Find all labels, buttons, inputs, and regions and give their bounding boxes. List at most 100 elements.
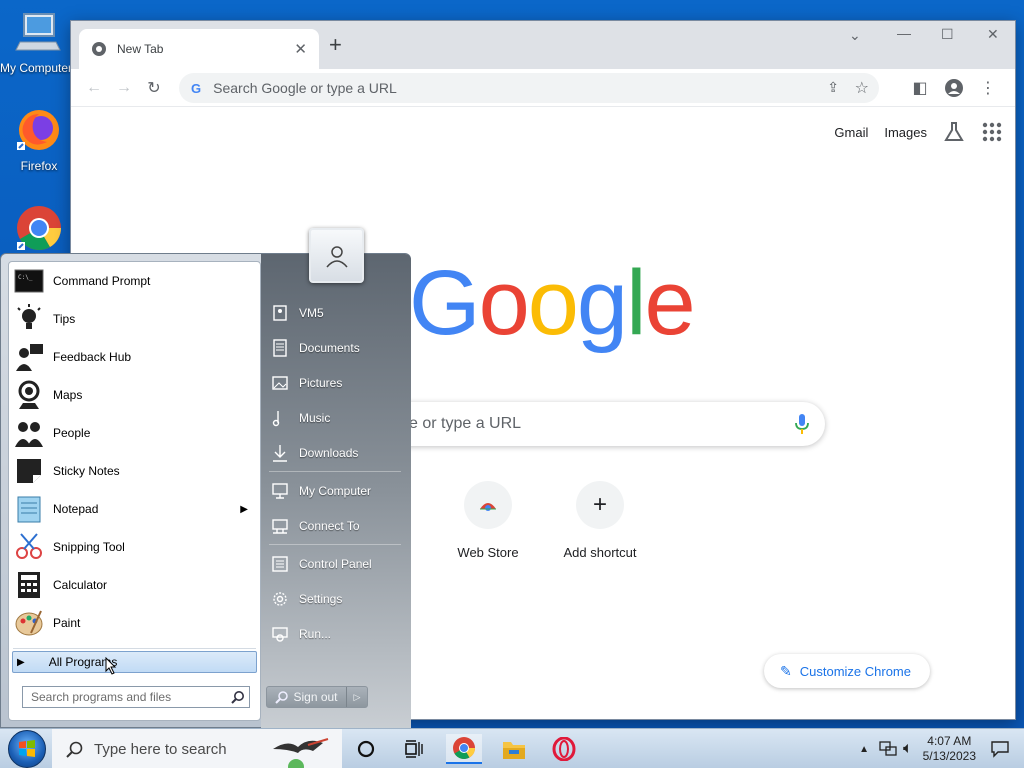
program-item[interactable]: Snipping Tool [9,528,260,566]
task-view-icon[interactable] [396,734,432,764]
program-item[interactable]: People [9,414,260,452]
shortcut-label: Web Store [457,545,519,560]
apps-grid-icon[interactable] [981,121,1003,143]
all-programs-button[interactable]: ▶ All Programs [12,651,257,675]
clock[interactable]: 4:07 AM 5/13/2023 [923,734,976,764]
place-item[interactable]: Run... [261,616,411,651]
network-icon[interactable] [879,741,897,757]
bookmark-star-icon[interactable]: ☆ [855,78,869,98]
pencil-icon: ✎ [780,662,792,679]
gmail-link[interactable]: Gmail [834,125,868,140]
submenu-arrow-icon[interactable]: ▶ [240,504,248,515]
desktop-icon-chrome[interactable] [3,204,75,257]
shortcut-web-store[interactable]: Web Store [438,481,538,560]
maps-icon [18,380,40,409]
system-tray: ▲ 🔈︎ 4:07 AM 5/13/2023 [859,729,1024,768]
program-item[interactable]: Maps [9,376,260,414]
program-item[interactable]: Sticky Notes [9,452,260,490]
taskbar-chrome-icon[interactable] [446,734,482,764]
search-icon [66,741,83,758]
volume-icon[interactable]: 🔈︎ [903,740,913,758]
place-label: My Computer [299,483,372,498]
forward-icon[interactable]: → [109,73,139,103]
labs-flask-icon[interactable] [943,121,965,143]
feedback-icon [16,344,43,371]
minimize-icon[interactable]: — [897,25,911,41]
place-item[interactable]: VM5 [261,295,411,330]
shortcut-add[interactable]: + Add shortcut [550,481,650,560]
side-panel-icon[interactable]: ◧ [905,73,935,103]
program-item[interactable]: Notepad ▶ [9,490,260,528]
tab-search-icon[interactable]: ⌄ [849,27,861,44]
firefox-icon [17,110,59,150]
user-account-picture[interactable] [309,228,364,283]
program-label: Notepad [53,502,99,516]
place-label: Music [299,410,331,425]
file-explorer-icon[interactable] [496,734,532,764]
notifications-icon[interactable] [990,740,1010,758]
search-highlight-illustration-icon [273,738,329,768]
program-item[interactable]: Tips [9,300,260,338]
cortana-icon[interactable] [348,734,384,764]
paint-palette-icon [15,610,43,636]
omnibox[interactable]: G Search Google or type a URL ⇪ ☆ [179,73,879,103]
desktop-icon-firefox[interactable]: Firefox [3,106,75,173]
google-logo-letter: G [409,252,481,354]
place-label: Settings [299,591,343,606]
program-label: Sticky Notes [53,464,120,478]
place-item[interactable]: Pictures [261,365,411,400]
google-logo-letter: g [576,252,628,354]
program-item[interactable]: Feedback Hub [9,338,260,376]
place-item[interactable]: Settings [261,581,411,616]
back-icon[interactable]: ← [79,73,109,103]
start-search-input[interactable]: Search programs and files [22,686,250,708]
google-g-icon: G [191,80,202,96]
place-item[interactable]: Connect To [261,508,411,543]
start-menu: C:\_ Command Prompt Tips Feedback Hub Maps Pe… [0,253,411,729]
sign-out-options-arrow-icon[interactable]: ▷ [347,692,367,703]
program-item[interactable]: C:\_ Command Prompt [9,262,260,300]
share-icon[interactable]: ⇪ [827,79,839,96]
lightbulb-icon [17,304,41,329]
tab-new-tab[interactable]: New Tab ✕ [79,29,319,69]
control-panel-icon [272,555,288,572]
reload-icon[interactable]: ↻ [139,73,169,103]
place-item[interactable]: Documents [261,330,411,365]
desktop-icon-my-computer[interactable]: My Computer [0,8,74,75]
start-orb-button[interactable] [8,729,46,768]
program-item[interactable]: Calculator [9,566,260,604]
chrome-icon [17,206,61,250]
program-item[interactable]: Paint [9,604,260,642]
new-tab-button[interactable]: + [329,34,342,56]
close-window-icon[interactable]: ✕ [987,26,999,43]
place-item[interactable]: My Computer [261,473,411,508]
ntp-search-box[interactable]: e or type a URL [361,402,825,446]
sign-out-button[interactable]: Sign out ▷ [266,686,368,708]
microphone-icon[interactable] [795,414,809,434]
opera-icon[interactable] [546,734,582,764]
svg-text:C:\_: C:\_ [18,274,33,281]
place-item[interactable]: Control Panel [261,546,411,581]
customize-chrome-button[interactable]: ✎ Customize Chrome [764,654,930,688]
taskbar: Type here to search ▲ 🔈︎ 4:07 AM 5/13/20… [0,728,1024,768]
divider [269,544,401,545]
maximize-icon[interactable]: ☐ [941,26,954,43]
images-link[interactable]: Images [884,125,927,140]
taskbar-search-box[interactable]: Type here to search [52,729,342,768]
menu-kebab-icon[interactable]: ⋮ [973,73,1003,103]
pictures-icon [272,375,288,390]
place-label: Connect To [299,518,360,533]
close-tab-icon[interactable]: ✕ [294,40,307,58]
profile-icon[interactable] [939,73,969,103]
chrome-favicon-icon [92,42,106,56]
sign-out-main[interactable]: Sign out [267,687,347,707]
place-item[interactable]: Music [261,400,411,435]
notepad-icon [17,496,41,523]
browser-toolbar: ← → ↻ G Search Google or type a URL ⇪ ☆ … [71,69,1015,107]
command-prompt-icon: C:\_ [14,269,44,293]
show-hidden-icons-chevron-icon[interactable]: ▲ [859,744,869,755]
ntp-search-placeholder: e or type a URL [409,415,522,432]
sticky-notes-icon [17,459,41,483]
place-label: Control Panel [299,556,372,571]
place-item[interactable]: Downloads [261,435,411,470]
